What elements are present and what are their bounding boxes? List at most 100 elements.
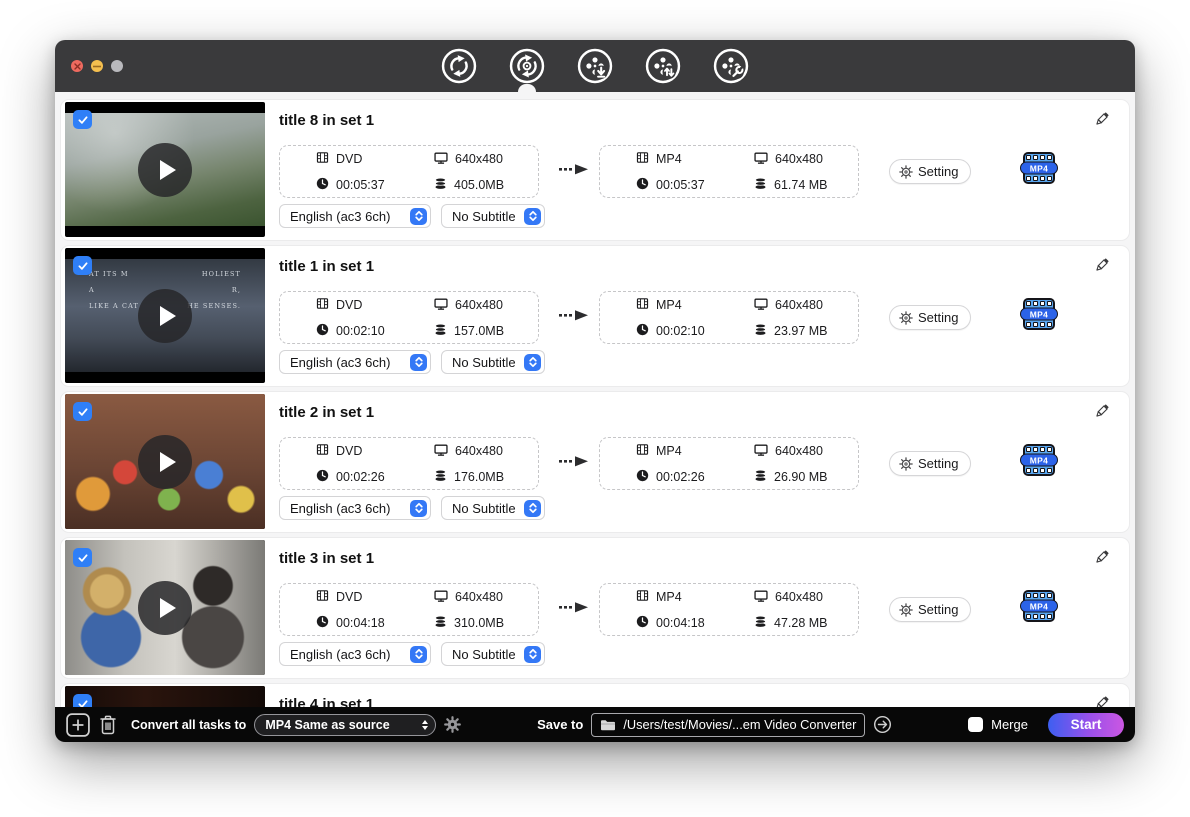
storage-icon [754, 469, 767, 485]
target-info-box: MP4 640x480 00:05:37 61.74 MB [599, 145, 859, 198]
output-format-select[interactable]: MP4 Same as source [254, 714, 436, 736]
stepper-icon [524, 646, 541, 663]
save-path-field[interactable]: /Users/test/Movies/...em Video Converter [591, 713, 865, 737]
storage-icon [434, 177, 447, 193]
app-window: title 8 in set 1 DVD 640x480 00:05:37 40… [55, 40, 1135, 742]
subtitle-select[interactable]: No Subtitle [441, 496, 545, 520]
clock-icon [316, 323, 329, 339]
stepper-icon [524, 500, 541, 517]
add-file-button[interactable] [66, 713, 90, 737]
save-to-label: Save to [537, 717, 583, 732]
audio-track-value: English (ac3 6ch) [290, 355, 390, 370]
subtitle-value: No Subtitle [452, 209, 516, 224]
selected-tab-pointer [518, 84, 536, 92]
folder-icon [600, 718, 616, 732]
arrow-icon [558, 162, 592, 181]
audio-track-select[interactable]: English (ac3 6ch) [279, 204, 431, 228]
subtitle-value: No Subtitle [452, 647, 516, 662]
video-thumbnail [65, 394, 265, 529]
target-duration: 00:04:18 [656, 616, 705, 630]
source-info-box: DVD 640x480 00:02:10 157.0MB [279, 291, 539, 344]
monitor-icon [754, 589, 768, 606]
row-checkbox[interactable] [73, 110, 92, 129]
subtitle-select[interactable]: No Subtitle [441, 350, 545, 374]
video-downloader-icon[interactable] [573, 44, 617, 88]
play-button[interactable] [138, 581, 192, 635]
setting-label: Setting [918, 164, 958, 179]
delete-task-button[interactable] [98, 714, 118, 736]
source-size: 176.0MB [454, 470, 504, 484]
subtitle-value: No Subtitle [452, 501, 516, 516]
audio-track-select[interactable]: English (ac3 6ch) [279, 642, 431, 666]
row-title: title 1 in set 1 [279, 258, 374, 275]
convert-all-label: Convert all tasks to [131, 718, 246, 732]
source-resolution: 640x480 [455, 444, 503, 458]
target-format: MP4 [656, 298, 682, 312]
mp4-file-icon: MP4 [1023, 444, 1057, 478]
storage-icon [754, 323, 767, 339]
toolbox-icon[interactable] [709, 44, 753, 88]
source-size: 405.0MB [454, 178, 504, 192]
mp4-badge: MP4 [1020, 162, 1058, 175]
audio-track-select[interactable]: English (ac3 6ch) [279, 350, 431, 374]
clock-icon [636, 323, 649, 339]
edit-title-icon[interactable] [1091, 546, 1113, 571]
setting-button[interactable]: Setting [889, 305, 971, 330]
task-row: title 2 in set 1 DVD 640x480 00:02:26 17… [61, 392, 1129, 532]
clock-icon [636, 615, 649, 631]
video-thumbnail [65, 686, 265, 707]
source-format: DVD [336, 298, 362, 312]
row-title: title 3 in set 1 [279, 550, 374, 567]
row-checkbox[interactable] [73, 256, 92, 275]
storage-icon [434, 469, 447, 485]
source-format: DVD [336, 444, 362, 458]
edit-title-icon[interactable] [1091, 254, 1113, 279]
media-transfer-icon[interactable] [641, 44, 685, 88]
play-button[interactable] [138, 143, 192, 197]
task-row: title 3 in set 1 DVD 640x480 00:04:18 31… [61, 538, 1129, 678]
mp4-badge: MP4 [1020, 454, 1058, 467]
source-info-box: DVD 640x480 00:02:26 176.0MB [279, 437, 539, 490]
setting-button[interactable]: Setting [889, 451, 971, 476]
edit-title-icon[interactable] [1091, 108, 1113, 133]
film-icon [636, 151, 649, 167]
audio-track-select[interactable]: English (ac3 6ch) [279, 496, 431, 520]
clock-icon [636, 469, 649, 485]
arrow-icon [558, 454, 592, 473]
start-button[interactable]: Start [1048, 713, 1124, 737]
edit-title-icon[interactable] [1091, 400, 1113, 425]
setting-button[interactable]: Setting [889, 597, 971, 622]
row-checkbox[interactable] [73, 694, 92, 707]
setting-label: Setting [918, 456, 958, 471]
dvd-ripper-icon[interactable] [505, 44, 549, 88]
target-size: 47.28 MB [774, 616, 828, 630]
monitor-icon [754, 151, 768, 168]
target-size: 23.97 MB [774, 324, 828, 338]
video-converter-icon[interactable] [437, 44, 481, 88]
play-button[interactable] [138, 289, 192, 343]
format-settings-gear-icon[interactable] [444, 716, 461, 733]
output-format-value: MP4 Same as source [265, 718, 389, 732]
film-icon [316, 443, 329, 459]
edit-title-icon[interactable] [1091, 692, 1113, 707]
row-checkbox[interactable] [73, 402, 92, 421]
source-info-box: DVD 640x480 00:04:18 310.0MB [279, 583, 539, 636]
source-size: 310.0MB [454, 616, 504, 630]
clock-icon [316, 177, 329, 193]
target-format: MP4 [656, 152, 682, 166]
setting-button[interactable]: Setting [889, 159, 971, 184]
select-arrows-icon [422, 720, 428, 730]
stepper-icon [410, 208, 427, 225]
merge-checkbox[interactable] [968, 717, 983, 732]
source-resolution: 640x480 [455, 590, 503, 604]
row-title: title 8 in set 1 [279, 112, 374, 129]
subtitle-select[interactable]: No Subtitle [441, 642, 545, 666]
play-button[interactable] [138, 435, 192, 489]
subtitle-select[interactable]: No Subtitle [441, 204, 545, 228]
film-icon [636, 443, 649, 459]
video-thumbnail [65, 102, 265, 237]
target-format: MP4 [656, 444, 682, 458]
target-resolution: 640x480 [775, 444, 823, 458]
row-checkbox[interactable] [73, 548, 92, 567]
open-folder-arrow-button[interactable] [873, 715, 892, 734]
